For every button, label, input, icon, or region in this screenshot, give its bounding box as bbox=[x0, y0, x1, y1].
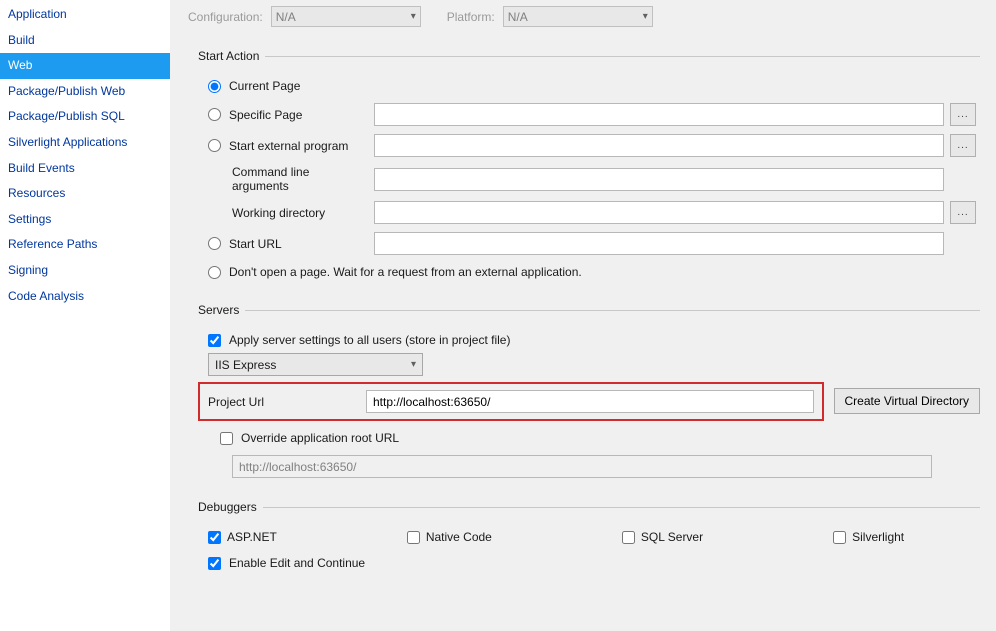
start-url-input[interactable] bbox=[374, 232, 944, 255]
main-panel: Configuration: N/A ▾ Platform: N/A ▾ Sta… bbox=[170, 0, 996, 631]
chevron-down-icon: ▾ bbox=[411, 359, 416, 370]
native-code-checkbox[interactable] bbox=[407, 531, 420, 544]
sidebar-item-build-events[interactable]: Build Events bbox=[0, 156, 170, 182]
start-action-legend: Start Action bbox=[198, 49, 265, 63]
sidebar-item-application[interactable]: Application bbox=[0, 2, 170, 28]
chevron-down-icon: ▾ bbox=[643, 11, 648, 22]
start-action-group: Start Action Current Page Specific Page … bbox=[198, 49, 980, 291]
command-line-arguments-input[interactable] bbox=[374, 168, 944, 191]
silverlight-label: Silverlight bbox=[852, 530, 904, 544]
sidebar-item-signing[interactable]: Signing bbox=[0, 258, 170, 284]
enable-edit-continue-checkbox[interactable] bbox=[208, 557, 221, 570]
specific-page-radio[interactable] bbox=[208, 108, 221, 121]
create-virtual-directory-button[interactable]: Create Virtual Directory bbox=[834, 388, 981, 414]
configuration-combo: N/A ▾ bbox=[271, 6, 421, 27]
sidebar-item-package-publish-sql[interactable]: Package/Publish SQL bbox=[0, 104, 170, 130]
configuration-value: N/A bbox=[276, 10, 296, 24]
servers-legend: Servers bbox=[198, 303, 245, 317]
sidebar-item-code-analysis[interactable]: Code Analysis bbox=[0, 284, 170, 310]
sidebar-item-settings[interactable]: Settings bbox=[0, 207, 170, 233]
sidebar-item-web[interactable]: Web bbox=[0, 53, 170, 79]
specific-page-browse-button[interactable]: ... bbox=[950, 103, 976, 126]
chevron-down-icon: ▾ bbox=[411, 11, 416, 22]
sql-server-label: SQL Server bbox=[641, 530, 703, 544]
debuggers-group: Debuggers ASP.NET Native Code SQL Server… bbox=[198, 500, 980, 582]
working-directory-input[interactable] bbox=[374, 201, 944, 224]
working-directory-label: Working directory bbox=[208, 206, 368, 220]
platform-label: Platform: bbox=[447, 10, 495, 24]
native-code-label: Native Code bbox=[426, 530, 492, 544]
servers-group: Servers Apply server settings to all use… bbox=[198, 303, 980, 488]
start-external-program-radio[interactable] bbox=[208, 139, 221, 152]
dont-open-page-radio[interactable] bbox=[208, 266, 221, 279]
sidebar-item-silverlight-applications[interactable]: Silverlight Applications bbox=[0, 130, 170, 156]
dont-open-page-label: Don't open a page. Wait for a request fr… bbox=[229, 265, 582, 279]
start-external-program-label: Start external program bbox=[229, 139, 348, 153]
start-external-program-browse-button[interactable]: ... bbox=[950, 134, 976, 157]
sql-server-checkbox[interactable] bbox=[622, 531, 635, 544]
command-line-arguments-label: Command line arguments bbox=[208, 165, 368, 193]
platform-value: N/A bbox=[508, 10, 528, 24]
sidebar-item-build[interactable]: Build bbox=[0, 28, 170, 54]
platform-combo: N/A ▾ bbox=[503, 6, 653, 27]
apply-settings-all-users-label: Apply server settings to all users (stor… bbox=[229, 333, 510, 347]
apply-settings-all-users-checkbox[interactable] bbox=[208, 334, 221, 347]
configuration-label: Configuration: bbox=[188, 10, 263, 24]
sidebar-item-resources[interactable]: Resources bbox=[0, 181, 170, 207]
project-url-highlight: Project Url bbox=[198, 382, 824, 421]
sidebar-item-package-publish-web[interactable]: Package/Publish Web bbox=[0, 79, 170, 105]
aspnet-label: ASP.NET bbox=[227, 530, 277, 544]
current-page-label: Current Page bbox=[229, 79, 300, 93]
server-type-value: IIS Express bbox=[215, 358, 276, 372]
silverlight-checkbox[interactable] bbox=[833, 531, 846, 544]
working-directory-browse-button[interactable]: ... bbox=[950, 201, 976, 224]
override-root-url-input bbox=[232, 455, 932, 478]
server-type-combo[interactable]: IIS Express ▾ bbox=[208, 353, 423, 376]
debuggers-legend: Debuggers bbox=[198, 500, 263, 514]
specific-page-label: Specific Page bbox=[229, 108, 302, 122]
override-root-url-checkbox[interactable] bbox=[220, 432, 233, 445]
start-url-radio[interactable] bbox=[208, 237, 221, 250]
start-external-program-input[interactable] bbox=[374, 134, 944, 157]
project-url-label: Project Url bbox=[208, 395, 358, 409]
sidebar-item-reference-paths[interactable]: Reference Paths bbox=[0, 232, 170, 258]
start-url-label: Start URL bbox=[229, 237, 282, 251]
project-url-input[interactable] bbox=[366, 390, 814, 413]
aspnet-checkbox[interactable] bbox=[208, 531, 221, 544]
specific-page-input[interactable] bbox=[374, 103, 944, 126]
sidebar: Application Build Web Package/Publish We… bbox=[0, 0, 170, 631]
current-page-radio[interactable] bbox=[208, 80, 221, 93]
enable-edit-continue-label: Enable Edit and Continue bbox=[229, 556, 365, 570]
override-root-url-label: Override application root URL bbox=[241, 431, 399, 445]
